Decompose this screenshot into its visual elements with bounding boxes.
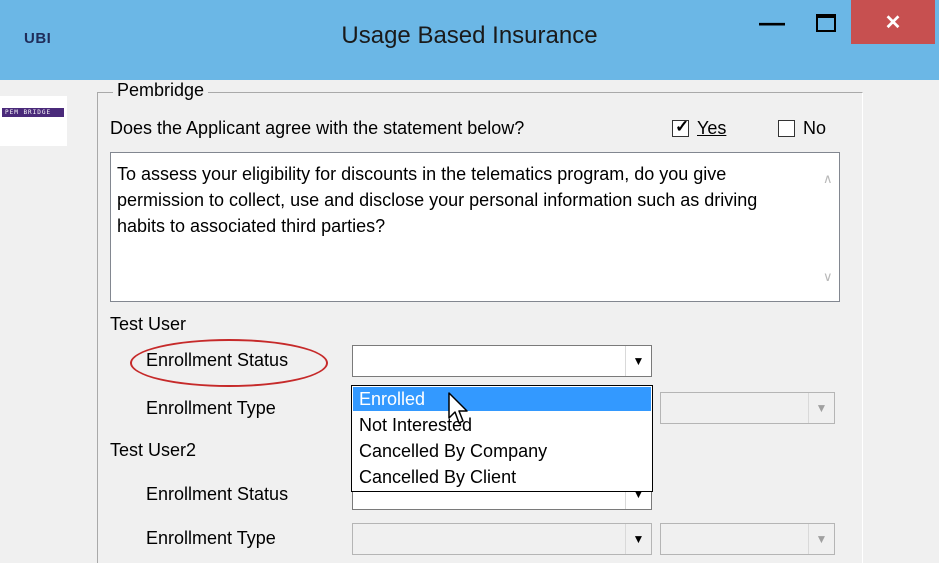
close-button[interactable]: ✕ xyxy=(851,0,935,44)
agreement-question: Does the Applicant agree with the statem… xyxy=(110,118,525,138)
groupbox-label: Pembridge xyxy=(113,80,209,101)
dropdown-button[interactable]: ▼ xyxy=(808,524,834,554)
dropdown-option-cancelled-by-client[interactable]: Cancelled By Client xyxy=(353,465,651,489)
mouse-pointer-icon xyxy=(448,392,468,424)
enrollment-type-label: Enrollment Type xyxy=(146,398,276,418)
dropdown-option-cancelled-by-company[interactable]: Cancelled By Company xyxy=(353,439,651,463)
dropdown-arrow-icon: ▼ xyxy=(632,532,645,546)
title-bar: UBI Usage Based Insurance — ✕ xyxy=(0,0,939,80)
checkmark-icon: ✓ xyxy=(675,117,690,136)
dropdown-button[interactable]: ▼ xyxy=(808,393,834,423)
minimize-button[interactable]: — xyxy=(752,0,792,45)
statement-textbox[interactable]: To assess your eligibility for discounts… xyxy=(110,152,840,302)
minimize-icon: — xyxy=(759,7,785,37)
dropdown-button[interactable]: ▼ xyxy=(625,346,651,376)
enrollment-type-combo[interactable]: ▼ xyxy=(352,523,652,555)
enrollment-type-combo-secondary[interactable]: ▼ xyxy=(660,392,835,424)
user-name: Test User xyxy=(110,314,187,334)
enrollment-status-label: Enrollment Status xyxy=(146,350,289,370)
close-icon: ✕ xyxy=(884,11,902,34)
statement-text: To assess your eligibility for discounts… xyxy=(117,164,758,236)
user-name: Test User2 xyxy=(110,440,197,460)
dropdown-arrow-icon: ▼ xyxy=(815,401,828,415)
dropdown-option-enrolled[interactable]: Enrolled xyxy=(353,387,651,411)
maximize-icon xyxy=(816,13,836,32)
enrollment-status-dropdown-list[interactable]: Enrolled Not Interested Cancelled By Com… xyxy=(351,385,653,492)
dropdown-option-not-interested[interactable]: Not Interested xyxy=(353,413,651,437)
dropdown-arrow-icon: ▼ xyxy=(632,354,645,368)
enrollment-status-label: Enrollment Status xyxy=(146,484,289,504)
no-label[interactable]: No xyxy=(803,118,826,139)
window-title: Usage Based Insurance xyxy=(341,22,598,49)
company-logo: PEM BRIDGE xyxy=(0,96,67,146)
dropdown-button[interactable]: ▼ xyxy=(625,524,651,554)
yes-label[interactable]: Yes xyxy=(697,118,726,139)
enrollment-status-combo[interactable]: ▼ xyxy=(352,345,652,377)
scroll-up-icon[interactable]: ∧ xyxy=(823,171,833,187)
enrollment-type-label: Enrollment Type xyxy=(146,528,276,548)
yes-checkbox[interactable]: ✓ xyxy=(672,117,690,137)
enrollment-type-combo-secondary[interactable]: ▼ xyxy=(660,523,835,555)
dropdown-arrow-icon: ▼ xyxy=(815,532,828,546)
no-checkbox[interactable] xyxy=(778,120,795,137)
logo-text: PEM BRIDGE xyxy=(5,109,52,116)
scroll-down-icon[interactable]: ∨ xyxy=(823,269,833,285)
maximize-button[interactable] xyxy=(806,0,846,45)
